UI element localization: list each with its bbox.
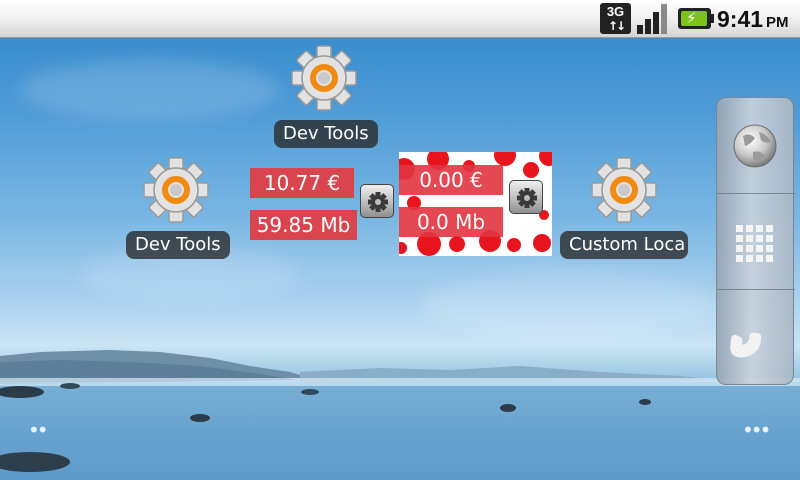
- signal-strength-icon: [637, 3, 670, 34]
- shortcut-label[interactable]: Custom Loca: [560, 231, 688, 259]
- shortcut-label[interactable]: Dev Tools: [274, 120, 378, 148]
- app-drawer-button[interactable]: [717, 194, 795, 289]
- cog-icon: [368, 192, 388, 212]
- launcher-dock: [716, 97, 795, 385]
- browser-button[interactable]: [717, 98, 795, 193]
- network-type-label: 3G: [606, 4, 625, 19]
- gear-icon[interactable]: [290, 44, 358, 112]
- widget-settings-button[interactable]: [360, 184, 394, 218]
- clock-ampm: PM: [766, 14, 789, 31]
- clock-time: 9:41: [717, 6, 764, 32]
- battery-charging-icon: ⚡: [678, 8, 714, 29]
- app-drawer-grid-icon: [736, 225, 773, 262]
- shortcut-label[interactable]: Dev Tools: [126, 231, 230, 259]
- money-value: 10.77 €: [250, 168, 354, 198]
- phone-button[interactable]: [717, 290, 795, 385]
- page-indicator-left[interactable]: ••: [28, 418, 49, 442]
- data-value: 0.0 Mb: [399, 207, 503, 237]
- phone-icon: [730, 332, 762, 358]
- data-3g-icon: 3G ↑ ↓: [600, 3, 631, 34]
- gear-icon[interactable]: [142, 156, 210, 224]
- status-clock: 9:41 PM: [717, 6, 789, 32]
- status-bar: 3G ↑ ↓ ⚡ 9:41 PM: [0, 0, 800, 38]
- money-value: 0.00 €: [399, 165, 503, 195]
- page-indicator-right[interactable]: •••: [742, 418, 771, 442]
- data-value: 59.85 Mb: [250, 210, 357, 240]
- browser-globe-icon: [733, 124, 777, 168]
- gear-icon[interactable]: [590, 156, 658, 224]
- widget-settings-button[interactable]: [509, 180, 543, 214]
- cog-icon: [517, 188, 537, 208]
